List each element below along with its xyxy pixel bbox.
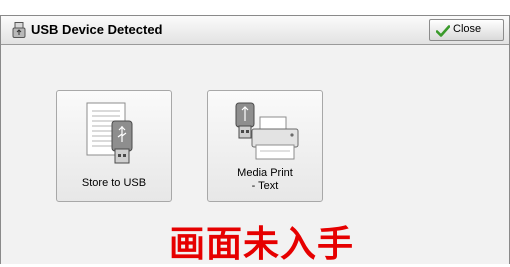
close-button[interactable]: Close <box>429 19 504 41</box>
label-line-1: Media Print <box>237 167 293 179</box>
dialog-title: USB Device Detected <box>31 22 163 37</box>
media-print-icon <box>230 101 302 167</box>
media-print-text-button[interactable]: Media Print - Text <box>207 90 323 202</box>
media-print-text-label: Media Print - Text <box>208 167 322 193</box>
store-to-usb-label: Store to USB <box>81 177 147 189</box>
usb-device-dialog: USB Device Detected Close Store to USB M… <box>0 15 510 265</box>
dialog-titlebar: USB Device Detected Close <box>1 15 509 45</box>
store-to-usb-button[interactable]: Store to USB <box>56 90 172 202</box>
close-button-label: Close <box>453 23 482 35</box>
usb-icon <box>12 22 26 38</box>
screen-unavailable-overlay-text: 画面未入手 <box>169 224 355 265</box>
store-to-usb-icon <box>79 101 151 167</box>
checkmark-icon <box>435 24 451 37</box>
label-line-2: - Text <box>251 180 279 192</box>
